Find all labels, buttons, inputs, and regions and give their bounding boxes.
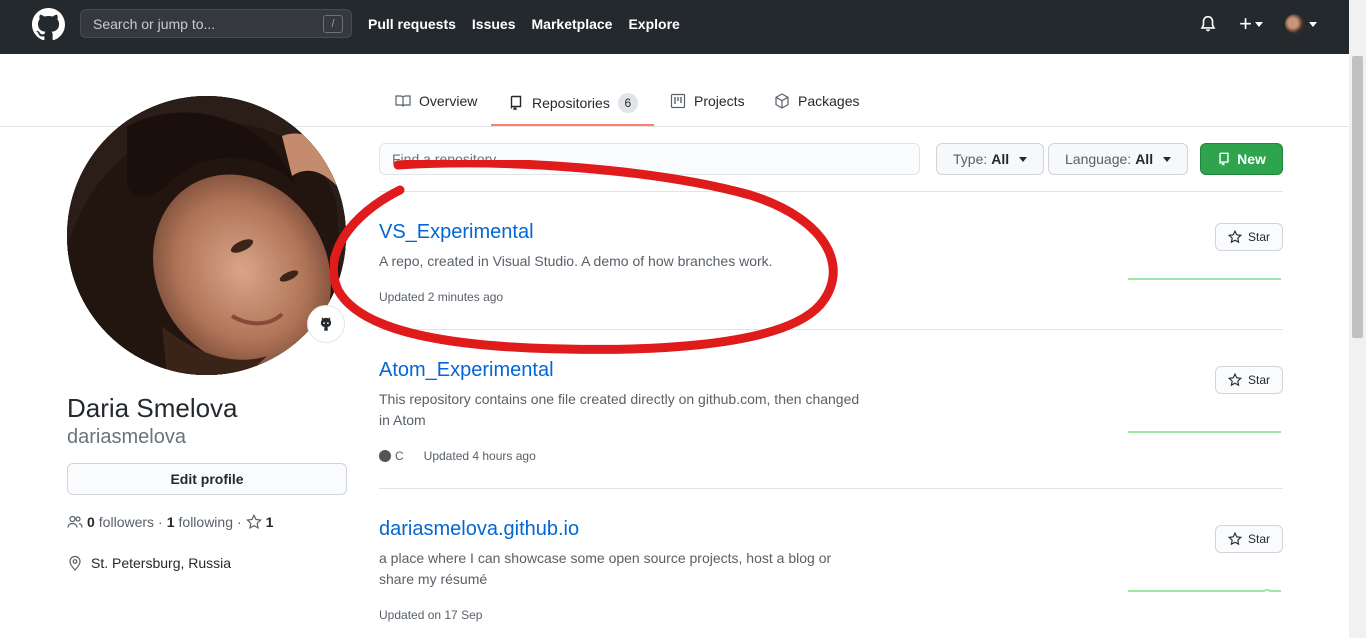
language-color-dot — [379, 450, 391, 462]
repo-icon — [510, 95, 522, 111]
profile-photo[interactable] — [67, 96, 346, 375]
create-new-menu[interactable]: + — [1239, 11, 1263, 36]
find-repository-input[interactable] — [379, 143, 920, 175]
github-logo-icon[interactable] — [32, 8, 65, 41]
star-button[interactable]: Star — [1215, 366, 1283, 394]
language-filter-dropdown[interactable]: Language: All — [1048, 143, 1189, 175]
star-button[interactable]: Star — [1215, 525, 1283, 553]
star-label: Star — [1247, 532, 1270, 546]
repo-updated: Updated on 17 Sep — [379, 608, 483, 622]
type-filter-label: Type: — [953, 151, 988, 167]
nav-issues[interactable]: Issues — [472, 16, 516, 32]
new-repository-button[interactable]: New — [1200, 143, 1283, 175]
people-icon — [67, 515, 83, 528]
scrollbar-thumb[interactable] — [1352, 56, 1363, 338]
stars-count[interactable]: 1 — [266, 514, 274, 530]
header-nav: Pull requests Issues Marketplace Explore — [368, 16, 680, 32]
repo-link[interactable]: dariasmelova.github.io — [379, 518, 579, 541]
tab-label: Projects — [694, 93, 745, 109]
type-filter-dropdown[interactable]: Type: All — [936, 143, 1045, 175]
separator-dot: · — [237, 514, 242, 530]
octocat-icon — [320, 317, 332, 331]
location-text: St. Petersburg, Russia — [91, 555, 232, 571]
list-divider — [379, 329, 1283, 330]
activity-sparkline — [1128, 589, 1281, 592]
chevron-down-icon — [1309, 21, 1317, 27]
repo-meta: Updated 2 minutes ago — [379, 290, 503, 304]
profile-location: St. Petersburg, Russia — [67, 555, 231, 571]
tab-label: Overview — [419, 93, 478, 109]
list-divider — [379, 191, 1283, 192]
profile-username: dariasmelova — [67, 426, 186, 448]
repo-meta: Updated on 17 Sep — [379, 608, 482, 622]
tab-overview[interactable]: Overview — [395, 93, 477, 109]
avatar — [1285, 14, 1305, 34]
repo-meta: C Updated 4 hours ago — [379, 449, 536, 463]
activity-sparkline — [1128, 278, 1281, 280]
profile-full-name: Daria Smelova — [67, 393, 238, 423]
followers-count[interactable]: 0 — [87, 514, 95, 530]
top-header: / Pull requests Issues Marketplace Explo… — [0, 0, 1349, 54]
status-emoji-button[interactable] — [307, 305, 345, 343]
activity-sparkline — [1128, 431, 1281, 433]
repo-link[interactable]: Atom_Experimental — [379, 359, 554, 382]
list-divider — [379, 488, 1283, 489]
star-label: Star — [1247, 230, 1270, 244]
tab-repositories[interactable]: Repositories 6 — [508, 93, 638, 113]
tab-projects[interactable]: Projects — [670, 93, 745, 109]
chevron-down-icon — [1255, 21, 1263, 27]
star-icon — [1227, 532, 1242, 546]
nav-marketplace[interactable]: Marketplace — [532, 16, 613, 32]
following-label[interactable]: following — [179, 514, 233, 530]
star-button[interactable]: Star — [1215, 223, 1283, 251]
edit-profile-button[interactable]: Edit profile — [67, 463, 347, 495]
header-actions: + — [1199, 11, 1317, 36]
repo-count-badge: 6 — [617, 93, 638, 113]
new-button-label: New — [1237, 151, 1266, 167]
following-count[interactable]: 1 — [167, 514, 175, 530]
follow-stats: 0 followers · 1 following · 1 — [67, 514, 273, 530]
page-scrollbar[interactable] — [1349, 0, 1366, 638]
repo-description: A repo, created in Visual Studio. A demo… — [379, 253, 773, 269]
search-shortcut-badge: / — [323, 15, 343, 33]
global-search[interactable]: / — [80, 9, 352, 38]
profile-photo-image — [67, 96, 346, 375]
language-filter-value: All — [1135, 151, 1154, 167]
separator-dot: · — [158, 514, 163, 530]
star-label: Star — [1247, 373, 1270, 387]
project-icon — [670, 93, 686, 109]
nav-pull-requests[interactable]: Pull requests — [368, 16, 456, 32]
location-icon — [69, 555, 81, 571]
star-icon — [1227, 373, 1242, 387]
global-search-input[interactable] — [93, 16, 313, 32]
tab-label: Repositories — [532, 95, 610, 111]
nav-explore[interactable]: Explore — [628, 16, 679, 32]
repo-updated: Updated 4 hours ago — [423, 449, 536, 463]
user-menu[interactable] — [1285, 14, 1317, 34]
repo-language: C — [395, 449, 404, 463]
chevron-down-icon — [1163, 156, 1172, 162]
package-icon — [775, 93, 789, 109]
followers-label[interactable]: followers — [99, 514, 154, 530]
book-icon — [395, 95, 411, 107]
repo-description: This repository contains one file create… — [379, 391, 860, 428]
repo-description: a place where I can showcase some open s… — [379, 550, 832, 587]
repo-icon — [1219, 152, 1229, 166]
tab-label: Packages — [798, 93, 860, 109]
repo-updated: Updated 2 minutes ago — [379, 290, 504, 304]
plus-icon: + — [1239, 11, 1252, 36]
star-icon — [1227, 230, 1242, 244]
type-filter-value: All — [991, 151, 1010, 167]
repo-link[interactable]: VS_Experimental — [379, 221, 534, 244]
language-filter-label: Language: — [1065, 151, 1132, 167]
bell-icon[interactable] — [1199, 14, 1217, 34]
star-icon — [245, 514, 262, 530]
tab-packages[interactable]: Packages — [774, 93, 859, 109]
chevron-down-icon — [1019, 156, 1028, 162]
